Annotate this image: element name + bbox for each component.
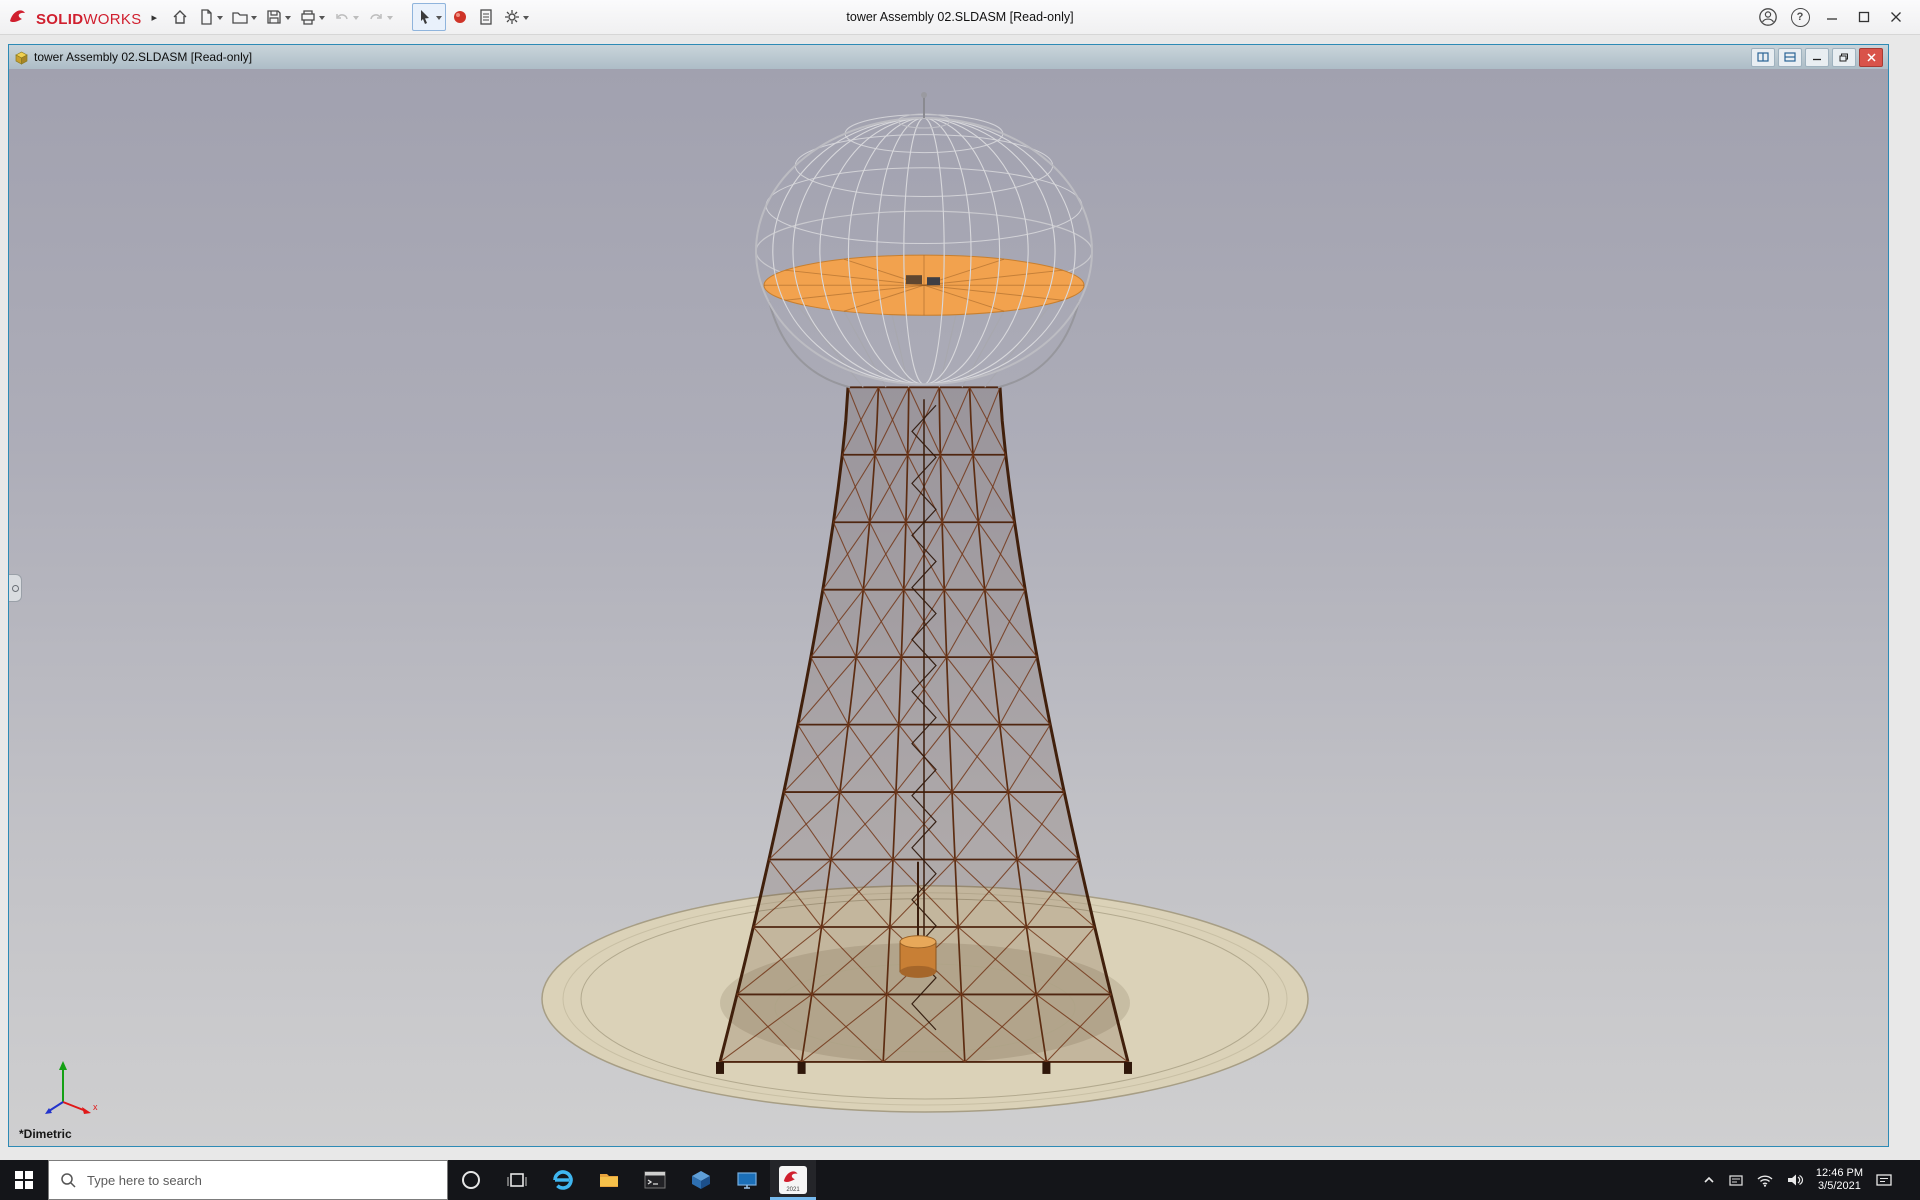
brand-works-text: WORKS [83,11,141,28]
options-gear-icon [503,8,521,26]
help-button[interactable]: ? [1784,3,1816,31]
child-restore-button[interactable] [1832,48,1856,67]
action-center-button[interactable] [1875,1172,1893,1188]
minimize-icon [1812,53,1822,61]
search-icon [60,1172,76,1188]
document-title: tower Assembly 02.SLDASM [Read-only] [34,50,252,64]
clock-date: 3/5/2021 [1818,1180,1861,1193]
tray-icon[interactable] [1728,1173,1744,1187]
system-tray: 12:46 PM 3/5/2021 [1694,1160,1920,1200]
tray-expand-button[interactable] [1702,1174,1716,1186]
orientation-triad: x [29,1052,103,1120]
solidworks-version-badge: 2021 [786,1186,799,1194]
restore-icon [1839,53,1849,62]
graphics-area[interactable]: x *Dimetric [9,69,1888,1146]
taskbar-app-3d-viewer[interactable] [678,1160,724,1200]
undo-icon [333,8,351,26]
ds-logo-icon [8,7,32,24]
taskbar-app-display[interactable] [724,1160,770,1200]
chevron-down-icon[interactable] [319,16,325,23]
maximize-button[interactable] [1848,3,1880,31]
new-document-icon [197,8,215,26]
minimize-icon [1826,11,1838,23]
assembly-icon [14,50,29,65]
taskbar-clock[interactable]: 12:46 PM 3/5/2021 [1816,1167,1863,1193]
chevron-down-icon[interactable] [353,16,359,23]
taskbar-app-solidworks[interactable]: 2021 [770,1160,816,1200]
chevron-down-icon[interactable] [387,16,393,23]
undo-button[interactable] [330,4,362,30]
home-button[interactable] [168,4,192,30]
app-titlebar[interactable]: SOLID WORKS ▸ tower Ass [0,0,1920,35]
select-tool-button[interactable] [412,3,446,31]
split-vertical-icon [1757,52,1769,62]
taskbar-app-edge[interactable] [540,1160,586,1200]
view-orientation-label: *Dimetric [19,1127,72,1141]
cube-icon [689,1168,713,1192]
start-button[interactable] [0,1160,48,1200]
redo-icon [367,8,385,26]
cortana-button[interactable] [448,1160,494,1200]
solidworks-logo: SOLID WORKS [8,7,142,28]
help-icon: ? [1791,8,1810,27]
restore-icon [1858,11,1870,23]
document-window: tower Assembly 02.SLDASM [Read-only] [8,44,1889,1147]
solidworks-app-icon: 2021 [779,1166,807,1194]
split-horizontal-button[interactable] [1778,48,1802,67]
appearance-button[interactable] [448,4,472,30]
split-horizontal-icon [1784,52,1796,62]
home-icon [171,8,189,26]
terminal-icon [643,1168,667,1192]
save-button[interactable] [262,4,294,30]
clock-time: 12:46 PM [1816,1167,1863,1180]
taskbar-app-file-explorer[interactable] [586,1160,632,1200]
volume-icon[interactable] [1786,1173,1804,1187]
file-properties-button[interactable] [474,4,498,30]
print-icon [299,8,317,26]
close-button[interactable] [1880,3,1912,31]
account-button[interactable] [1752,3,1784,31]
save-icon [265,8,283,26]
close-icon [1890,11,1902,23]
minimize-button[interactable] [1816,3,1848,31]
edge-icon [551,1168,575,1192]
chevron-down-icon[interactable] [285,16,291,23]
menu-expand-arrow-icon[interactable]: ▸ [152,11,158,24]
chevron-down-icon[interactable] [251,16,257,23]
child-minimize-button[interactable] [1805,48,1829,67]
task-view-button[interactable] [494,1160,540,1200]
open-button[interactable] [228,4,260,30]
document-titlebar[interactable]: tower Assembly 02.SLDASM [Read-only] [9,45,1888,70]
chevron-down-icon[interactable] [523,16,529,23]
search-input[interactable] [85,1172,436,1189]
new-document-button[interactable] [194,4,226,30]
file-properties-icon [477,8,495,26]
task-view-icon [506,1169,528,1191]
print-button[interactable] [296,4,328,30]
taskbar-app-terminal[interactable] [632,1160,678,1200]
chevron-down-icon[interactable] [217,16,223,23]
redo-button[interactable] [364,4,396,30]
network-icon[interactable] [1756,1173,1774,1187]
featuremanager-collapsed-tab[interactable] [9,574,22,602]
windows-logo-icon [15,1171,33,1189]
close-icon [1867,53,1876,62]
taskbar: 2021 12:46 PM 3/5/2021 [0,1160,1920,1200]
appearance-ball-icon [451,8,469,26]
options-button[interactable] [500,4,532,30]
cortana-icon [460,1169,482,1191]
select-cursor-icon [416,8,434,26]
folder-icon [597,1168,621,1192]
chevron-down-icon[interactable] [436,16,442,23]
monitor-icon [735,1168,759,1192]
triad-x-label: x [93,1102,98,1112]
child-close-button[interactable] [1859,48,1883,67]
expand-panel-icon [12,585,19,592]
taskbar-search[interactable] [48,1160,448,1200]
tower-3d-model[interactable] [9,69,1888,1146]
open-folder-icon [231,8,249,26]
user-icon [1758,7,1778,27]
brand-solid-text: SOLID [36,11,83,28]
split-vertical-button[interactable] [1751,48,1775,67]
